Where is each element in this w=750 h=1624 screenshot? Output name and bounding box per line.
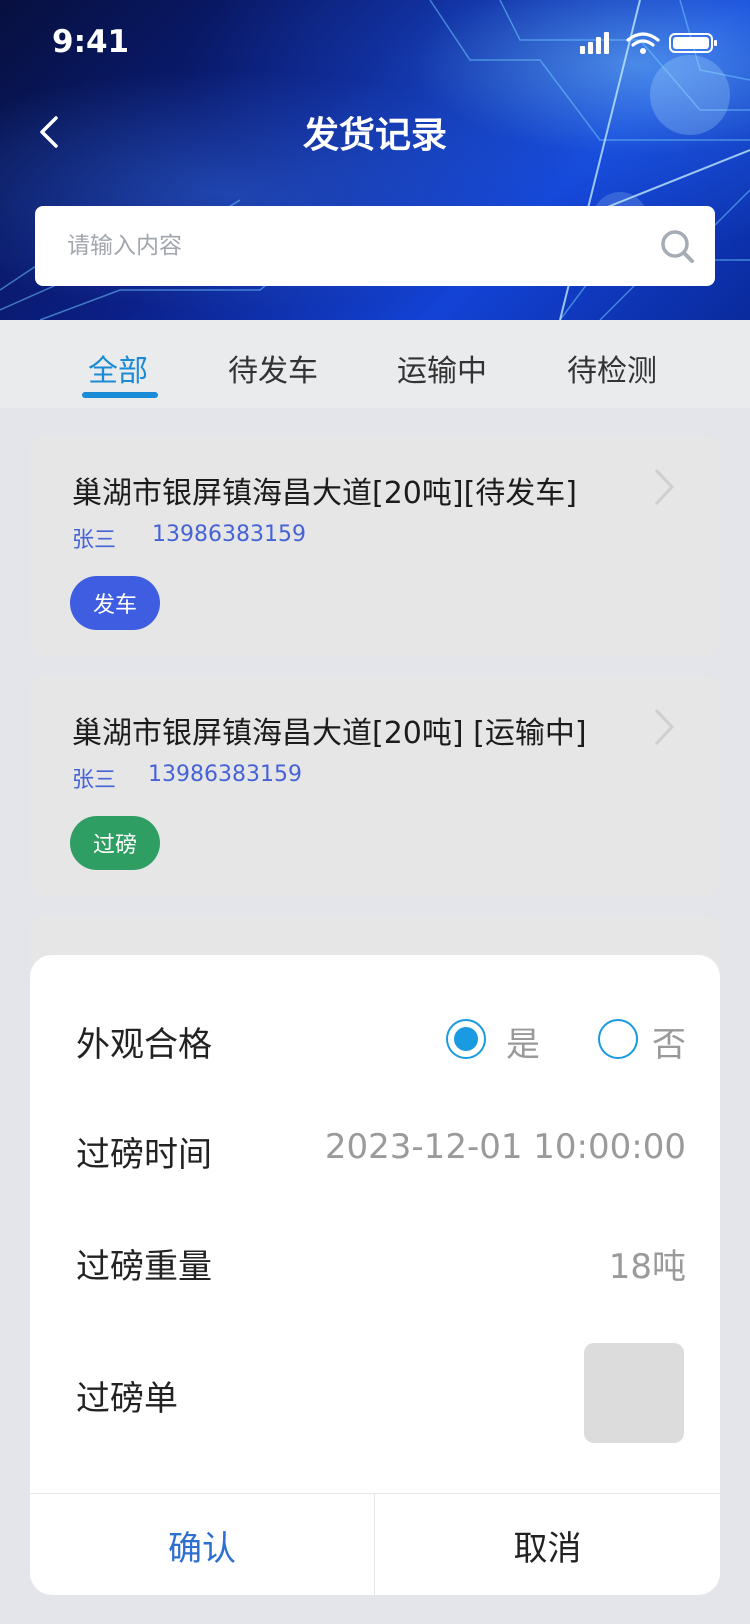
record-contact-name: 张三: [72, 768, 117, 793]
record-card[interactable]: 巢湖市银屏镇海昌大道[20吨][待发车] 张三 13986383159 发车: [30, 436, 720, 656]
weigh-slip-label: 过磅单: [76, 1379, 178, 1419]
tab-in-transit[interactable]: 运输中: [397, 346, 487, 390]
weigh-button[interactable]: 过磅: [70, 816, 160, 870]
search-icon[interactable]: [659, 228, 697, 266]
record-contact-name: 张三: [72, 528, 117, 553]
battery-icon: [669, 33, 717, 53]
appearance-label: 外观合格: [76, 1025, 212, 1065]
appearance-yes-radio[interactable]: [446, 1019, 486, 1059]
confirm-button[interactable]: 确认: [30, 1494, 374, 1595]
dialog-footer: 确认 取消: [30, 1493, 720, 1595]
chevron-right-icon: [654, 468, 675, 506]
weigh-time-label: 过磅时间: [76, 1135, 212, 1175]
record-title: 巢湖市银屏镇海昌大道[20吨] [运输中]: [72, 716, 587, 751]
depart-button[interactable]: 发车: [70, 576, 160, 630]
record-card[interactable]: 巢湖市银屏镇海昌大道[20吨] [运输中] 张三 13986383159 过磅: [30, 676, 720, 896]
wifi-icon: [626, 32, 660, 47]
status-icons: [580, 32, 717, 54]
record-contact-phone[interactable]: 13986383159: [152, 522, 306, 547]
weigh-slip-upload[interactable]: [584, 1343, 684, 1443]
tab-pending-inspection[interactable]: 待检测: [567, 346, 657, 390]
search-bar[interactable]: [35, 206, 715, 286]
active-tab-indicator: [82, 392, 158, 398]
tab-pending-departure[interactable]: 待发车: [228, 346, 318, 390]
chevron-right-icon: [654, 708, 675, 746]
status-time: 9:41: [52, 24, 130, 60]
appearance-yes-label[interactable]: 是: [506, 1017, 540, 1066]
appearance-no-radio[interactable]: [598, 1019, 638, 1059]
record-title: 巢湖市银屏镇海昌大道[20吨][待发车]: [72, 476, 577, 511]
appearance-no-label[interactable]: 否: [652, 1017, 686, 1066]
weight-value[interactable]: 18吨: [609, 1239, 686, 1288]
weigh-time-value[interactable]: 2023-12-01 10:00:00: [325, 1127, 686, 1167]
signal-icon: [580, 32, 609, 54]
weight-label: 过磅重量: [76, 1247, 212, 1287]
search-input[interactable]: [67, 206, 627, 286]
page-title: 发货记录: [302, 115, 447, 156]
record-contact-phone[interactable]: 13986383159: [148, 762, 302, 787]
header-banner: 9:41 发货记录: [0, 0, 750, 320]
tab-all[interactable]: 全部: [88, 346, 148, 390]
weigh-dialog: 外观合格 是 否 过磅时间 2023-12-01 10:00:00 过磅重量 1…: [30, 955, 720, 1595]
cancel-button[interactable]: 取消: [375, 1494, 720, 1595]
